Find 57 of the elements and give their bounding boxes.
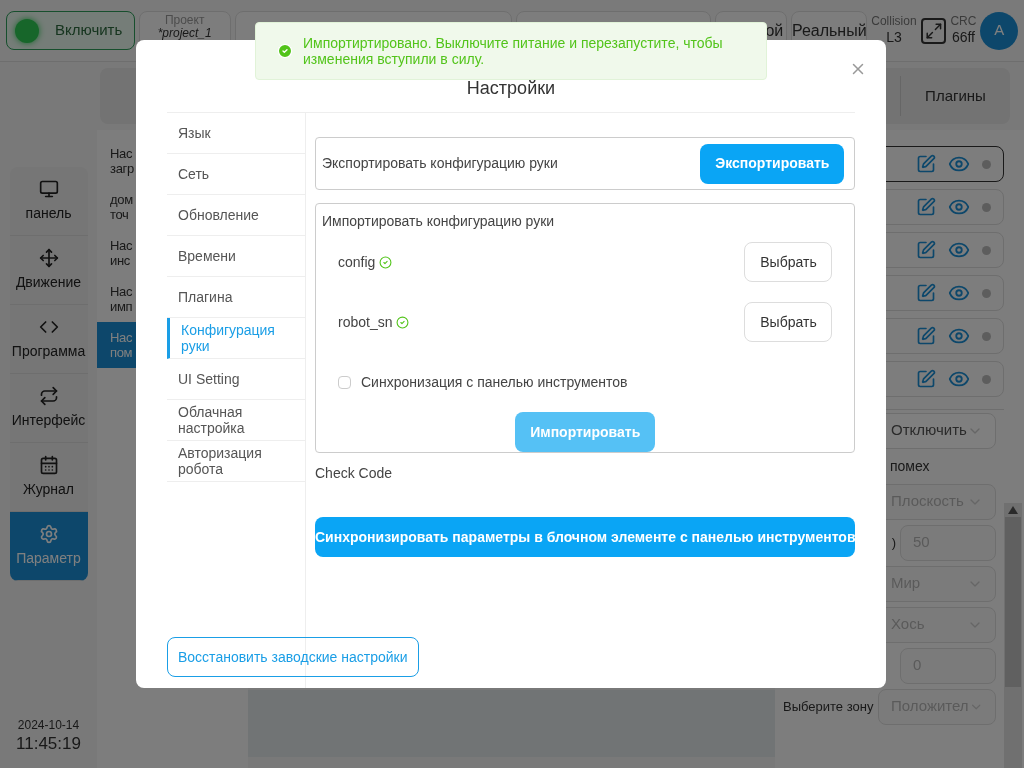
dialog-menu-item[interactable]: Язык	[167, 113, 305, 154]
choose-button[interactable]: Выбрать	[744, 242, 833, 282]
nav-icon	[38, 454, 59, 475]
dialog-menu-item[interactable]: Авторизация робота	[167, 441, 305, 482]
plugins-tab[interactable]: Плагины	[925, 84, 986, 108]
power-button[interactable]: Включить	[6, 11, 135, 50]
field-label: Выберите зону	[783, 697, 874, 716]
time-text: 11:45:19	[16, 732, 81, 754]
edit-icon[interactable]	[916, 240, 936, 260]
dialog-menu-item[interactable]: Времени	[167, 236, 305, 277]
nav-item[interactable]: Движение	[9, 236, 88, 305]
file-name: config	[338, 252, 376, 272]
nav-icon	[38, 178, 59, 199]
choose-button[interactable]: Выбрать	[744, 302, 833, 342]
collision-label: Collision	[871, 14, 917, 30]
field-label: )	[891, 533, 896, 552]
crc-value: 66ff	[951, 29, 975, 47]
edit-icon[interactable]	[916, 283, 936, 303]
checkbox-label: Синхронизация с панелью инструментов	[361, 372, 628, 392]
check-code-label: Check Code	[315, 464, 394, 483]
dialog-menu-item[interactable]: UI Setting	[167, 359, 305, 400]
nav-item[interactable]: панель	[9, 167, 88, 236]
dialog-menu-item[interactable]: Облачная настройка	[167, 400, 305, 441]
dialog-menu-item[interactable]: Обновление	[167, 195, 305, 236]
crc-label: CRC	[950, 14, 977, 30]
success-icon	[277, 43, 293, 59]
fullscreen-icon[interactable]	[920, 17, 947, 44]
nav-item[interactable]: Программа	[9, 305, 88, 374]
edit-icon[interactable]	[916, 369, 936, 389]
scroll-up-icon[interactable]	[1008, 506, 1018, 514]
nav-item[interactable]: Параметр	[9, 512, 88, 581]
edit-icon[interactable]	[916, 154, 936, 174]
sync-parameters-button[interactable]: Синхронизировать параметры в блочном элементе с панелью инструментов	[315, 517, 856, 557]
export-label: Экспортировать конфигурацию руки	[322, 154, 558, 173]
edit-icon[interactable]	[916, 197, 936, 217]
collision-level: L3	[886, 29, 902, 47]
import-title: Импортировать конфигурацию руки	[322, 212, 556, 231]
nav-item[interactable]: Интерфейс	[9, 374, 88, 443]
field-label: помех	[890, 456, 930, 476]
nav-icon	[38, 247, 59, 268]
scrollbar[interactable]	[1004, 503, 1022, 768]
sync-checkbox[interactable]	[338, 375, 351, 389]
edit-icon[interactable]	[916, 326, 936, 346]
toast-message: Импортиртировано. Выключите питание и перезапустите, чтобы изменения вступили в силу.	[303, 35, 724, 67]
file-name: robot_sn	[338, 312, 393, 332]
date-text: 2024-10-14	[17, 717, 80, 733]
user-avatar[interactable]: A	[980, 11, 1018, 50]
dialog-title: Настройки	[466, 77, 556, 100]
project-name: *project_1	[157, 27, 212, 40]
dialog-menu-item[interactable]: Плагина	[167, 277, 305, 318]
export-button[interactable]: Экспортировать	[700, 143, 845, 184]
dialog-menu-item[interactable]: Конфигурация руки	[167, 318, 305, 359]
power-indicator-icon	[15, 18, 39, 43]
nav-icon	[38, 385, 59, 406]
dialog-menu-item[interactable]: Сеть	[167, 154, 305, 195]
nav-icon	[38, 523, 59, 544]
factory-reset-button[interactable]: Восстановить заводские настройки	[167, 637, 419, 677]
